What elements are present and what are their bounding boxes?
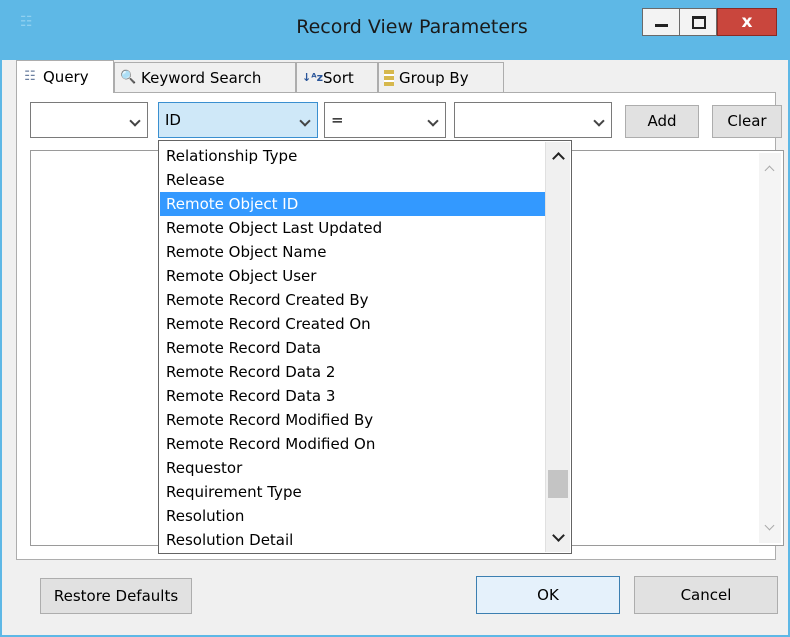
- dropdown-option[interactable]: Remote Record Created By: [160, 288, 547, 312]
- dropdown-option[interactable]: Remote Record Data: [160, 336, 547, 360]
- dropdown-option[interactable]: Resolution: [160, 504, 547, 528]
- dropdown-option[interactable]: Remote Object Name: [160, 240, 547, 264]
- minimize-button[interactable]: [642, 8, 680, 36]
- tab-group-by[interactable]: Group By: [378, 62, 504, 92]
- field-combo[interactable]: ID: [158, 102, 318, 138]
- dropdown-option[interactable]: Remote Record Data 2: [160, 360, 547, 384]
- keyword-search-icon: 🔍: [120, 69, 137, 85]
- dropdown-option[interactable]: Relationship Type: [160, 144, 547, 168]
- chevron-down-icon: [129, 115, 141, 127]
- value-combo[interactable]: [454, 102, 612, 138]
- scroll-thumb[interactable]: [548, 470, 568, 498]
- logic-combo[interactable]: [30, 102, 148, 138]
- clear-button[interactable]: Clear: [712, 105, 782, 138]
- dropdown-option[interactable]: Remote Record Created On: [160, 312, 547, 336]
- query-icon: ☷: [24, 69, 36, 84]
- dropdown-option[interactable]: Release: [160, 168, 547, 192]
- restore-defaults-button[interactable]: Restore Defaults: [40, 578, 192, 614]
- scroll-down-icon[interactable]: [552, 529, 565, 542]
- tab-query-label: Query: [43, 68, 89, 86]
- scroll-down-icon[interactable]: [764, 520, 775, 531]
- dropdown-option[interactable]: Remote Object Last Updated: [160, 216, 547, 240]
- chevron-down-icon: [427, 115, 439, 127]
- dropdown-option[interactable]: Remote Object ID: [160, 192, 547, 216]
- cancel-button[interactable]: Cancel: [634, 576, 778, 614]
- ok-button[interactable]: OK: [476, 576, 620, 614]
- dropdown-option[interactable]: Requirement Type: [160, 480, 547, 504]
- dropdown-option[interactable]: Remote Record Modified On: [160, 432, 547, 456]
- operator-combo[interactable]: =: [324, 102, 446, 138]
- scroll-up-icon[interactable]: [764, 165, 775, 176]
- tab-strip: ☷ Query 🔍 Keyword Search ↓ᴬz Sort Group …: [16, 60, 776, 93]
- close-button[interactable]: x: [717, 8, 777, 36]
- group-by-icon: [384, 69, 394, 86]
- dropdown-option[interactable]: Requestor: [160, 456, 547, 480]
- dropdown-option[interactable]: Remote Record Data 3: [160, 384, 547, 408]
- criteria-list-scrollbar[interactable]: [759, 153, 781, 543]
- tab-keyword-search-label: Keyword Search: [141, 68, 262, 87]
- dropdown-option[interactable]: Remote Object User: [160, 264, 547, 288]
- add-button[interactable]: Add: [625, 105, 699, 138]
- tab-keyword-search[interactable]: 🔍 Keyword Search: [114, 62, 296, 92]
- dropdown-option[interactable]: Resolution Detail: [160, 528, 547, 552]
- dropdown-scrollbar[interactable]: [545, 142, 570, 552]
- field-dropdown-list[interactable]: Resolution Detail Resolution Requirement T…: [158, 140, 572, 554]
- scroll-up-icon[interactable]: [552, 152, 565, 165]
- tab-group-by-label: Group By: [399, 68, 469, 87]
- maximize-button[interactable]: [679, 8, 717, 36]
- tab-query[interactable]: ☷ Query: [16, 60, 114, 93]
- title-bar[interactable]: ☷ Record View Parameters x: [2, 2, 788, 60]
- field-value: ID: [165, 111, 181, 129]
- dropdown-option[interactable]: Remote Record Modified By: [160, 408, 547, 432]
- chevron-down-icon: [299, 115, 311, 127]
- operator-value: =: [331, 111, 344, 129]
- tab-sort-label: Sort: [323, 68, 354, 87]
- chevron-down-icon: [593, 115, 605, 127]
- tab-sort[interactable]: ↓ᴬz Sort: [296, 62, 378, 92]
- sort-az-icon: ↓ᴬz: [302, 70, 323, 84]
- dialog-window: ☷ Record View Parameters x ☷ Query 🔍 Key…: [0, 0, 790, 637]
